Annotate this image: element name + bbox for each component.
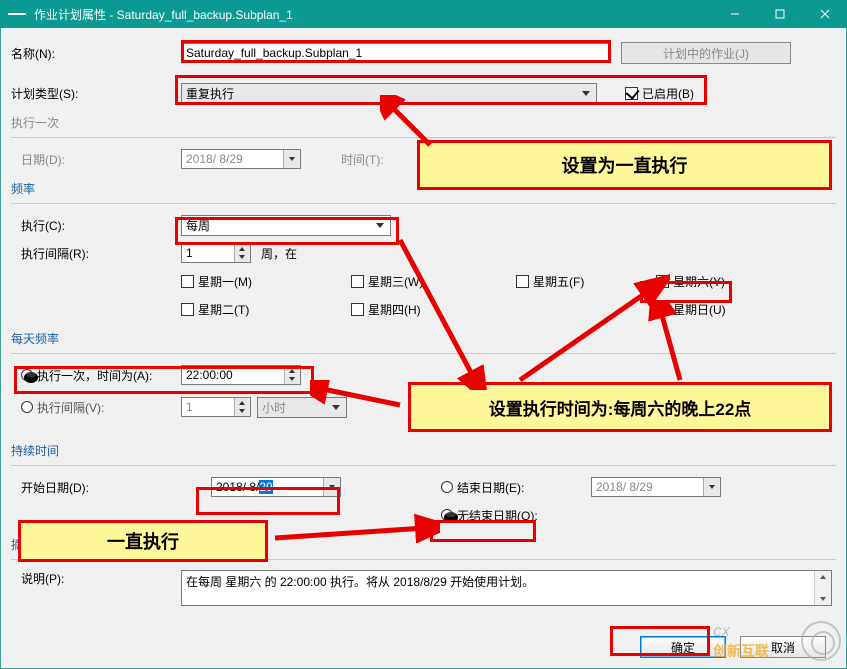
checkbox-icon: [351, 303, 364, 316]
ok-button[interactable]: 确定: [640, 636, 726, 658]
checkbox-icon: [516, 275, 529, 288]
annotation-callout-2: 设置执行时间为:每周六的晚上22点: [408, 382, 832, 432]
start-date-label: 开始日期(D):: [11, 479, 181, 496]
day-label: 星期五(F): [533, 273, 584, 290]
end-date-radio[interactable]: 结束日期(E):: [441, 479, 591, 496]
enabled-label-text: 已启用(B): [642, 85, 694, 102]
day-label: 星期六(Y): [673, 273, 725, 290]
once-date-label: 日期(D):: [11, 151, 181, 168]
interval-at-label-text: 执行间隔(V):: [37, 399, 104, 416]
interval-unit: 周，在: [261, 245, 297, 262]
checkbox-icon: [656, 275, 669, 288]
desc-textarea[interactable]: 在每周 星期六 的 22:00:00 执行。将从 2018/8/29 开始使用计…: [181, 570, 832, 606]
minimize-button[interactable]: [712, 0, 757, 28]
interval-unit-select: 小时: [257, 397, 347, 418]
end-date-label-text: 结束日期(E):: [457, 479, 524, 496]
type-select[interactable]: 重复执行: [181, 83, 597, 104]
radio-icon: [21, 401, 33, 413]
maximize-button[interactable]: [757, 0, 802, 28]
day-tue-checkbox[interactable]: 星期二(T): [181, 301, 351, 318]
end-date-value: 2018/ 8/29: [596, 480, 653, 494]
exec-label: 执行(C):: [11, 217, 181, 234]
end-date-picker: 2018/ 8/29: [591, 477, 721, 497]
titlebar: 作业计划属性 - Saturday_full_backup.Subplan_1: [0, 0, 847, 28]
checkbox-icon: [181, 275, 194, 288]
no-end-label-text: 无结束日期(O):: [457, 507, 538, 524]
once-at-time-spinner[interactable]: 22:00:00: [181, 365, 301, 385]
interval-value: 1: [186, 246, 193, 260]
interval-spinner[interactable]: 1: [181, 243, 251, 263]
start-date-picker[interactable]: 2018/ 8/29: [211, 477, 341, 497]
desc-label: 说明(P):: [11, 570, 181, 606]
cancel-button[interactable]: 取消: [740, 636, 826, 658]
radio-icon: [441, 481, 453, 493]
once-at-radio[interactable]: 执行一次，时间为(A):: [21, 367, 152, 384]
once-date-value: 2018/ 8/29: [186, 152, 243, 166]
name-label: 名称(N):: [11, 45, 181, 62]
once-date-picker: 2018/ 8/29: [181, 149, 301, 169]
once-at-value: 22:00:00: [186, 368, 233, 382]
interval-at-spinner: 1: [181, 397, 251, 417]
chevron-down-icon: [283, 150, 300, 168]
day-label: 星期一(M): [198, 273, 252, 290]
checkbox-icon: [656, 303, 669, 316]
day-sat-checkbox[interactable]: 星期六(Y): [656, 273, 725, 290]
app-icon: [8, 13, 26, 15]
annotation-callout-1: 设置为一直执行: [417, 140, 832, 190]
no-end-date-radio[interactable]: 无结束日期(O):: [441, 507, 538, 524]
enabled-checkbox[interactable]: 已启用(B): [625, 85, 694, 102]
interval-at-value: 1: [186, 400, 193, 414]
day-fri-checkbox[interactable]: 星期五(F): [516, 273, 656, 290]
duration-section-title: 持续时间: [11, 442, 836, 459]
spinner-icon: [284, 366, 300, 384]
exec-select[interactable]: 每周: [181, 215, 391, 236]
checkbox-icon: [181, 303, 194, 316]
day-label: 星期三(W): [368, 273, 423, 290]
radio-icon: [441, 509, 453, 521]
exec-select-value: 每周: [186, 217, 210, 234]
dialog-body: 名称(N): 计划中的作业(J) 计划类型(S): 重复执行 已启用(B) 执行…: [0, 28, 847, 669]
type-label: 计划类型(S):: [11, 85, 181, 102]
spinner-icon: [234, 398, 250, 416]
once-time-label: 时间(T):: [341, 151, 421, 168]
window-title: 作业计划属性 - Saturday_full_backup.Subplan_1: [34, 6, 712, 23]
day-sun-checkbox[interactable]: 星期日(U): [656, 301, 726, 318]
checkbox-icon: [625, 87, 638, 100]
once-at-label-text: 执行一次，时间为(A):: [37, 367, 152, 384]
day-label: 星期四(H): [368, 301, 421, 318]
day-mon-checkbox[interactable]: 星期一(M): [181, 273, 351, 290]
chevron-down-icon: [323, 478, 340, 496]
close-button[interactable]: [802, 0, 847, 28]
radio-icon: [21, 369, 33, 381]
day-thu-checkbox[interactable]: 星期四(H): [351, 301, 516, 318]
interval-label: 执行间隔(R):: [11, 245, 181, 262]
once-section-title: 执行一次: [11, 114, 836, 131]
type-select-value: 重复执行: [186, 85, 234, 102]
interval-at-radio[interactable]: 执行间隔(V):: [21, 399, 104, 416]
scrollbar-icon[interactable]: [814, 571, 831, 605]
dayfreq-section-title: 每天频率: [11, 330, 836, 347]
annotation-callout-3: 一直执行: [18, 520, 268, 562]
desc-value: 在每周 星期六 的 22:00:00 执行。将从 2018/8/29 开始使用计…: [186, 575, 534, 589]
jobs-in-plan-button: 计划中的作业(J): [621, 42, 791, 64]
interval-unit-value: 小时: [262, 399, 286, 416]
name-input[interactable]: [181, 43, 611, 63]
day-wed-checkbox[interactable]: 星期三(W): [351, 273, 516, 290]
spinner-icon: [234, 244, 250, 262]
day-label: 星期日(U): [673, 301, 726, 318]
day-label: 星期二(T): [198, 301, 249, 318]
checkbox-icon: [351, 275, 364, 288]
chevron-down-icon: [703, 478, 720, 496]
